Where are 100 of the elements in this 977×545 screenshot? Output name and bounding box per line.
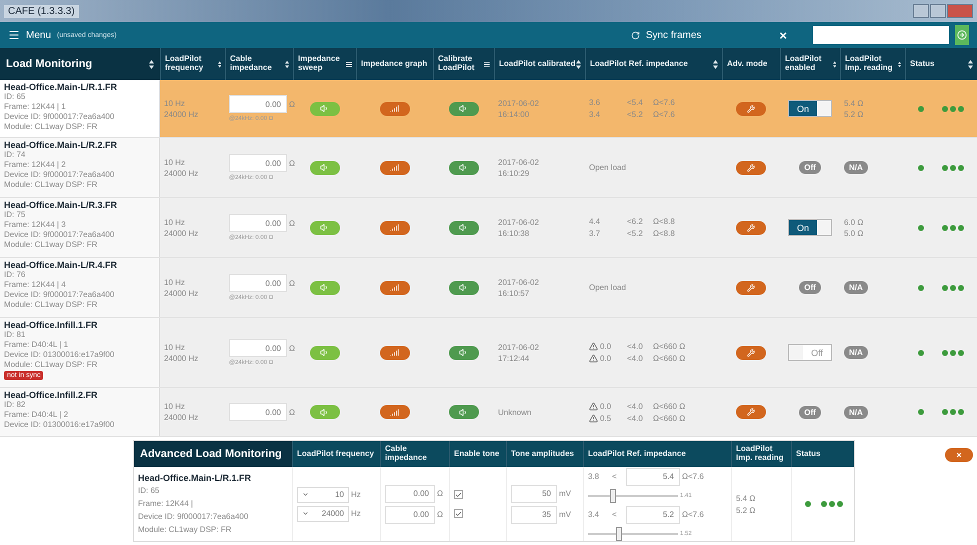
calibrate-button[interactable] — [448, 102, 478, 116]
graph-button[interactable] — [380, 102, 410, 116]
advanced-mode-button[interactable] — [736, 346, 766, 360]
column-header[interactable]: Impedance sweep — [298, 55, 346, 73]
advanced-mode-button[interactable] — [736, 160, 766, 174]
cable-impedance-field[interactable]: 0.00 — [229, 154, 287, 172]
advanced-mode-button[interactable] — [736, 280, 766, 294]
minimize-button[interactable] — [913, 4, 929, 18]
calibrate-button[interactable] — [448, 346, 478, 360]
column-header[interactable]: LoadPilot Ref. impedance — [590, 60, 688, 68]
menu-icon[interactable] — [484, 60, 490, 68]
sweep-button[interactable] — [310, 405, 340, 419]
column-header[interactable]: Impedance graph — [361, 60, 428, 68]
cable-impedance-field[interactable]: 0.00 — [385, 484, 435, 502]
slider-thumb[interactable] — [616, 526, 622, 540]
bar-chart-icon — [390, 348, 399, 357]
ref-min: 3.6 — [589, 98, 600, 107]
sort-icon[interactable] — [968, 60, 973, 68]
frequency-select[interactable]: 24000 — [297, 506, 349, 522]
calibrate-button[interactable] — [448, 280, 478, 294]
cable-impedance-field[interactable]: 0.00 — [385, 506, 435, 524]
sort-icon[interactable] — [149, 60, 154, 68]
enable-toggle[interactable]: Off — [799, 281, 821, 294]
sweep-button[interactable] — [310, 280, 340, 294]
table-row[interactable]: Head-Office.Infill.2.FR ID: 82 Frame: D40:4L | 2 Device ID: 01300016:e17a9f00 10 Hz 24000 Hz 0.00 Ω Unknown 0.0 <4.0 Ω<660 Ω 0.5 <4.0 Ω<660 Ω Off N/A — [0, 388, 977, 437]
device-detail: Module: CL1way DSP: FR — [138, 525, 232, 535]
search-go-button[interactable] — [955, 25, 969, 45]
cable-impedance-field[interactable]: 0.00 — [229, 274, 287, 292]
advanced-mode-button[interactable] — [736, 405, 766, 419]
column-header: Enable tone — [454, 450, 500, 458]
sweep-button[interactable] — [310, 102, 340, 116]
graph-button[interactable] — [380, 405, 410, 419]
advanced-mode-button[interactable] — [736, 220, 766, 234]
column-header: Tone amplitudes — [511, 450, 574, 458]
sort-icon[interactable] — [832, 60, 836, 68]
sweep-button[interactable] — [310, 220, 340, 234]
sort-icon[interactable] — [218, 60, 221, 68]
calibrated-time: 16:10:29 — [498, 168, 530, 178]
amplitude-field[interactable]: 50 — [511, 484, 557, 502]
sweep-button[interactable] — [310, 346, 340, 360]
column-header[interactable]: Cable impedance — [230, 55, 285, 73]
graph-button[interactable] — [380, 160, 410, 174]
tone-checkbox[interactable] — [454, 490, 463, 499]
slider-thumb[interactable] — [610, 488, 616, 502]
graph-button[interactable] — [380, 280, 410, 294]
imp-reading: 5.4 Ω — [844, 98, 864, 108]
enable-toggle[interactable]: Off — [799, 406, 821, 418]
sync-frames-button[interactable]: Sync frames — [624, 28, 708, 42]
table-row[interactable] — [0, 318, 977, 388]
device-detail: Device ID: 9f000017:7ea6a400 — [4, 112, 116, 122]
wrench-icon — [747, 104, 755, 112]
status-dot — [918, 106, 924, 112]
status-dot — [918, 284, 924, 290]
amplitude-field[interactable]: 35 — [511, 506, 557, 524]
status-dots-icon — [821, 501, 843, 507]
device-detail: Frame: 12K44 | 4 — [4, 280, 67, 290]
menu-label[interactable]: Menu — [26, 30, 52, 40]
ref-impedance-field[interactable]: 5.4 — [626, 468, 680, 486]
check-icon — [455, 510, 462, 518]
column-header[interactable]: LoadPilot Imp. reading — [845, 55, 898, 73]
column-header[interactable]: LoadPilot enabled — [785, 55, 833, 73]
tone-checkbox[interactable] — [454, 509, 463, 518]
status-dot — [918, 409, 924, 415]
cable-impedance-field[interactable]: 0.00 — [229, 95, 287, 113]
sweep-button[interactable] — [310, 160, 340, 174]
speaker-icon — [459, 348, 468, 357]
column-header[interactable]: Status — [910, 60, 934, 68]
enable-switch[interactable]: On — [788, 100, 832, 117]
clear-search-button[interactable]: × — [773, 26, 793, 44]
enable-toggle[interactable]: Off — [799, 161, 821, 174]
advanced-mode-button[interactable] — [736, 102, 766, 116]
search-field[interactable] — [813, 26, 949, 44]
cable-impedance-field[interactable]: 0.00 — [229, 339, 287, 357]
frequency: 10 Hz — [164, 342, 185, 352]
column-header[interactable]: Calibrate LoadPilot — [438, 55, 484, 73]
table-row[interactable] — [0, 198, 977, 258]
cable-impedance-field[interactable]: 0.00 — [229, 403, 287, 421]
sort-icon[interactable] — [713, 60, 718, 68]
ref-min: 4.4 — [589, 217, 600, 226]
cable-impedance-field[interactable]: 0.00 — [229, 214, 287, 232]
graph-button[interactable] — [380, 346, 410, 360]
maximize-button[interactable] — [930, 4, 946, 18]
sort-icon[interactable] — [284, 60, 289, 68]
sort-icon[interactable] — [898, 60, 901, 68]
column-header[interactable]: Adv. mode — [727, 60, 768, 68]
column-header[interactable]: LoadPilot frequency — [165, 55, 218, 73]
calibrate-button[interactable] — [448, 160, 478, 174]
calibrate-button[interactable] — [448, 405, 478, 419]
close-panel-button[interactable]: × — [945, 448, 973, 462]
enable-switch[interactable]: On — [788, 219, 832, 236]
table-row[interactable] — [0, 80, 977, 138]
column-header[interactable]: LoadPilot calibrated — [499, 60, 576, 68]
menu-icon[interactable] — [8, 29, 20, 41]
ref-impedance-field[interactable]: 5.2 — [626, 506, 680, 524]
frequency-select[interactable]: 10 — [297, 486, 349, 502]
graph-button[interactable] — [380, 220, 410, 234]
menu-icon[interactable] — [346, 60, 352, 68]
calibrate-button[interactable] — [448, 220, 478, 234]
sort-icon[interactable] — [576, 60, 581, 68]
ref-nominal: <5.4 — [627, 98, 644, 107]
